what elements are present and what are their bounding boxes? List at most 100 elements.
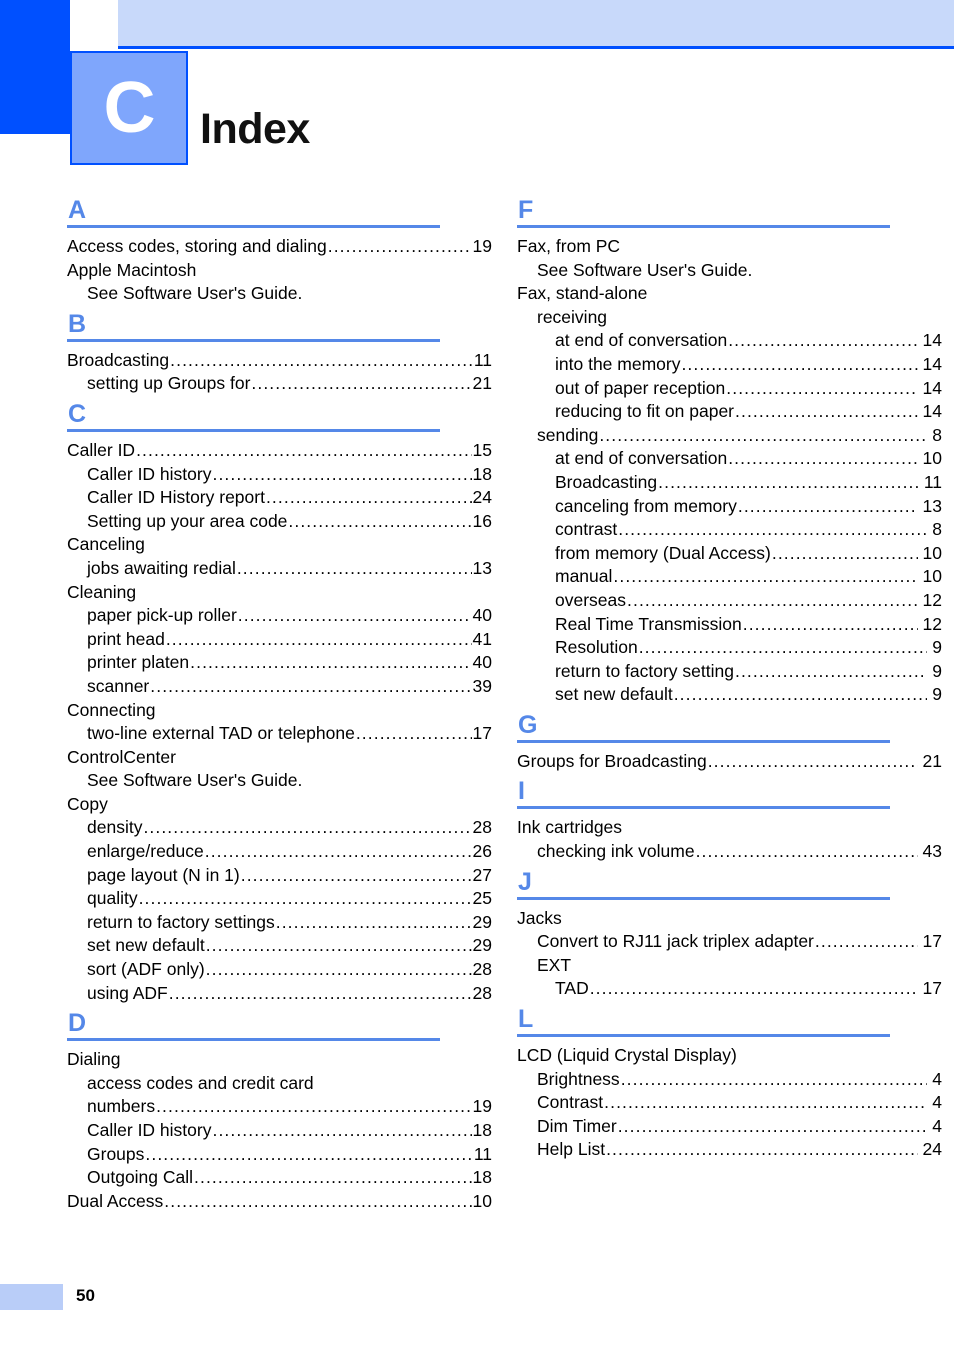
index-entry[interactable]: page layout (N in 1) ...................… [67,864,492,888]
section-rule [517,806,890,810]
index-entry[interactable]: reducing to fit on paper ...............… [517,400,942,424]
index-entry[interactable]: printer platen .........................… [67,651,492,675]
index-entry[interactable]: Caller ID history ......................… [67,1119,492,1143]
index-entry[interactable]: Apple Macintosh [67,259,492,283]
index-entry[interactable]: from memory (Dual Access) ..............… [517,542,942,566]
index-entry[interactable]: two-line external TAD or telephone .....… [67,722,492,746]
index-entry[interactable]: EXT [517,954,942,978]
index-entry[interactable]: Resolution .............................… [517,636,942,660]
index-entry[interactable]: Cleaning [67,581,492,605]
index-entry[interactable]: manual .................................… [517,565,942,589]
index-entry[interactable]: Dim Timer ..............................… [517,1115,942,1139]
index-section-g: G Groups for Broadcasting ...............… [517,711,942,774]
index-entry[interactable]: Broadcasting ...........................… [67,349,492,373]
index-entry[interactable]: sort (ADF only) ........................… [67,958,492,982]
index-entry-page: 9 [932,637,942,658]
index-entry-page: 19 [472,236,492,256]
index-entry[interactable]: receiving [517,306,942,330]
index-entry-label: overseas [555,589,627,610]
dot-leader: ........................................… [138,888,472,909]
index-entry[interactable]: return to factory setting ..............… [517,660,942,684]
index-entry[interactable]: scanner ................................… [67,675,492,699]
index-entry[interactable]: setting up Groups for ..................… [67,372,492,396]
index-entry[interactable]: Caller ID History report ...............… [67,486,492,510]
index-entry-label: See Software User's Guide. [87,770,303,791]
index-entry-page: 17 [922,978,942,999]
dot-leader: ........................................… [627,589,918,610]
index-entry[interactable]: Help List ..............................… [517,1138,942,1162]
index-entry-label: receiving [537,306,608,327]
index-entry[interactable]: paper pick-up roller ...................… [67,604,492,628]
index-entry-label: Dialing [67,1049,121,1070]
index-entry[interactable]: ControlCenter [67,746,492,770]
index-entry[interactable]: at end of conversation .................… [517,447,942,471]
index-entry[interactable]: enlarge/reduce .........................… [67,840,492,864]
index-entry[interactable]: Fax, stand-alone [517,282,942,306]
index-entry[interactable]: Fax, from PC [517,235,942,259]
index-section-j: J Jacks Convert to RJ11 jack triplex adapt… [517,868,942,1001]
index-entry[interactable]: TAD ....................................… [517,977,942,1001]
index-entry[interactable]: Connecting [67,699,492,723]
index-entry[interactable]: checking ink volume ....................… [517,840,942,864]
index-entry[interactable]: Caller ID history ......................… [67,463,492,487]
index-entry-page: 14 [922,353,942,374]
index-entry[interactable]: Dialing [67,1048,492,1072]
dot-leader: ........................................… [814,931,918,952]
index-entry-page: 13 [472,557,492,578]
index-entry[interactable]: jobs awaiting redial ...................… [67,557,492,581]
index-entry-label: jobs awaiting redial [87,557,236,578]
index-entry-label: Caller ID [67,439,136,460]
index-entry[interactable]: LCD (Liquid Crystal Display) [517,1044,942,1068]
index-entry[interactable]: Jacks [517,907,942,931]
index-entry[interactable]: density ................................… [67,816,492,840]
index-entry[interactable]: Dual Access ............................… [67,1190,492,1214]
index-entry[interactable]: return to factory settings .............… [67,911,492,935]
index-entry[interactable]: set new default ........................… [67,934,492,958]
index-entry[interactable]: print head .............................… [67,628,492,652]
index-entry[interactable]: Convert to RJ11 jack triplex adapter ...… [517,930,942,954]
index-entry[interactable]: contrast ...............................… [517,518,942,542]
index-entry[interactable]: numbers ................................… [67,1095,492,1119]
section-letter: B [68,309,87,338]
index-entry[interactable]: See Software User's Guide. [67,769,492,793]
index-entry[interactable]: Broadcasting ...........................… [517,471,942,495]
index-entry-label: Dim Timer [537,1115,617,1136]
index-entry[interactable]: Groups for Broadcasting ................… [517,750,942,774]
index-entry[interactable]: Contrast ...............................… [517,1091,942,1115]
index-entry[interactable]: See Software User's Guide. [517,259,942,283]
dot-leader: ........................................… [150,675,471,696]
index-entry[interactable]: Outgoing Call ..........................… [67,1166,492,1190]
index-entry[interactable]: canceling from memory ..................… [517,495,942,519]
dot-leader: ........................................… [327,236,472,256]
index-entry[interactable]: sending ................................… [517,424,942,448]
dot-leader: ........................................… [728,448,918,469]
index-entry[interactable]: Caller ID ..............................… [67,439,492,463]
index-entry[interactable]: Real Time Transmission .................… [517,613,942,637]
index-entry[interactable]: overseas ...............................… [517,589,942,613]
index-entry[interactable]: using ADF ..............................… [67,982,492,1006]
index-entry[interactable]: set new default ........................… [517,683,942,707]
index-entry[interactable]: Ink cartridges [517,816,942,840]
index-entry[interactable]: into the memory ........................… [517,353,942,377]
index-entry[interactable]: access codes and credit card [67,1072,492,1096]
dot-leader: ........................................… [164,1190,471,1211]
index-section-i: I Ink cartridges checking ink volume .....… [517,777,942,863]
index-entry[interactable]: Copy [67,793,492,817]
index-section-f: F Fax, from PC See Software User's Guide. F… [517,196,942,707]
index-entry[interactable]: Brightness .............................… [517,1068,942,1092]
index-entry-label: See Software User's Guide. [537,259,753,280]
index-entry[interactable]: See Software User's Guide. [67,282,492,306]
index-entry-label: return to factory setting [555,660,734,681]
index-entry-page: 40 [472,605,492,626]
index-entry[interactable]: out of paper reception .................… [517,377,942,401]
index-entry-page: 12 [922,613,942,634]
index-entry[interactable]: at end of conversation .................… [517,329,942,353]
index-entry[interactable]: Access codes, storing and dialing ......… [67,235,492,259]
index-entry[interactable]: quality ................................… [67,887,492,911]
index-entry-page: 19 [472,1096,492,1117]
index-entry[interactable]: Groups .................................… [67,1143,492,1167]
index-entry[interactable]: Setting up your area code ..............… [67,510,492,534]
index-entry-page: 10 [922,448,942,469]
index-entry[interactable]: Canceling [67,533,492,557]
index-entry-label: Canceling [67,534,145,555]
